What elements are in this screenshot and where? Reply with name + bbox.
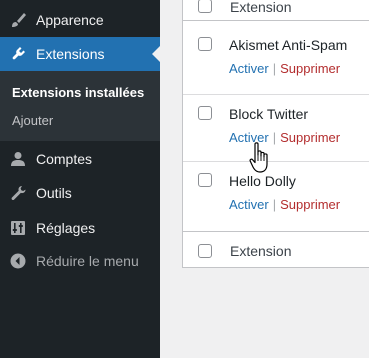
sidebar-item-label: Extensions xyxy=(36,46,105,62)
settings-sliders-icon xyxy=(0,219,36,237)
brush-icon xyxy=(0,11,36,29)
plugin-checkbox[interactable] xyxy=(198,106,212,120)
select-all-checkbox-footer[interactable] xyxy=(198,244,212,258)
plugin-checkbox[interactable] xyxy=(198,37,212,51)
wrench-icon xyxy=(0,184,36,202)
header-divider xyxy=(183,20,369,21)
sidebar-item-label: Réduire le menu xyxy=(36,253,139,269)
users-icon xyxy=(0,150,36,168)
submenu-item-add-new[interactable]: Ajouter xyxy=(12,113,53,128)
sidebar-item-appearance[interactable]: Apparence xyxy=(0,3,160,37)
sidebar-item-label: Outils xyxy=(36,185,72,201)
delete-link[interactable]: Supprimer xyxy=(280,197,340,212)
wp-admin-screen: Apparence Extensions Extensions installé… xyxy=(0,0,369,358)
active-indicator-arrow xyxy=(152,46,160,62)
sidebar-item-tools[interactable]: Outils xyxy=(0,176,160,210)
activate-link[interactable]: Activer xyxy=(229,197,269,212)
row-actions: Activer | Supprimer xyxy=(229,61,340,76)
column-footer-extension[interactable]: Extension xyxy=(230,243,291,259)
activate-link[interactable]: Activer xyxy=(229,61,269,76)
plugins-table: Extension Akismet Anti-Spam Activer | Supp… xyxy=(182,0,369,268)
sidebar-item-label: Comptes xyxy=(36,151,93,167)
action-separator: | xyxy=(272,130,277,145)
row-actions: Activer | Supprimer xyxy=(229,197,340,212)
plugin-name: Akismet Anti-Spam xyxy=(229,37,348,53)
action-separator: | xyxy=(272,61,277,76)
delete-link[interactable]: Supprimer xyxy=(280,61,340,76)
hand-pointer-cursor xyxy=(249,142,268,173)
sidebar-item-users[interactable]: Comptes xyxy=(0,142,160,176)
extensions-submenu: Extensions installées Ajouter xyxy=(0,71,160,141)
column-header-extension[interactable]: Extension xyxy=(230,0,291,15)
collapse-icon xyxy=(0,252,36,270)
collapse-menu-button[interactable]: Réduire le menu xyxy=(0,244,160,278)
plugin-icon xyxy=(0,45,36,63)
sidebar-item-extensions[interactable]: Extensions xyxy=(0,37,160,71)
plugin-name: Block Twitter xyxy=(229,106,309,122)
action-separator: | xyxy=(272,197,277,212)
row-actions: Activer | Supprimer xyxy=(229,130,340,145)
sidebar-item-label: Apparence xyxy=(36,12,104,28)
sidebar-item-settings[interactable]: Réglages xyxy=(0,211,160,245)
plugin-checkbox[interactable] xyxy=(198,173,212,187)
footer-divider xyxy=(183,231,369,232)
row-divider xyxy=(183,161,369,162)
sidebar-item-label: Réglages xyxy=(36,220,96,236)
row-divider xyxy=(183,94,369,95)
delete-link[interactable]: Supprimer xyxy=(280,130,340,145)
select-all-checkbox[interactable] xyxy=(198,0,212,13)
submenu-item-installed-plugins[interactable]: Extensions installées xyxy=(12,85,144,100)
admin-sidebar: Apparence Extensions Extensions installé… xyxy=(0,0,160,358)
